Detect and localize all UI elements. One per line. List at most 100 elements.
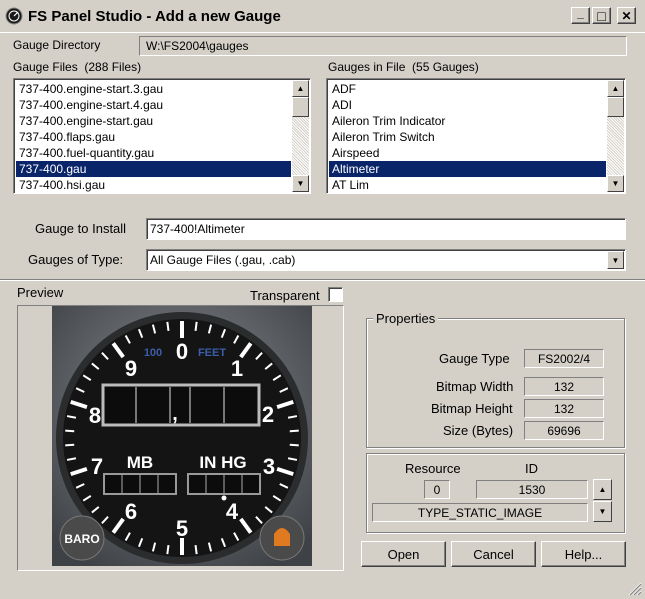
- size-value: 69696: [524, 421, 604, 440]
- counter-comma: ,: [172, 403, 178, 425]
- bitmap-height-value: 132: [524, 399, 604, 418]
- gauge-files-count: (288 Files): [84, 60, 142, 74]
- arrow-down-icon: ▼: [598, 507, 607, 516]
- arrow-down-icon: ▼: [611, 179, 620, 188]
- label-baro: BARO: [64, 532, 99, 546]
- dial-number: 5: [176, 516, 188, 541]
- dial-number: 1: [231, 356, 243, 381]
- id-value: 1530: [476, 480, 588, 499]
- gauges-in-file-count: (55 Gauges): [412, 60, 479, 74]
- list-item[interactable]: 737-400.hsi.gau: [16, 177, 291, 193]
- gauges-in-file-list[interactable]: ADF ADI Aileron Trim Indicator Aileron T…: [326, 78, 626, 194]
- title-bar[interactable]: FS Panel Studio - Add a new Gauge _ □ ✕: [0, 0, 645, 33]
- separator: [0, 279, 645, 281]
- tick-mark: [289, 429, 299, 433]
- gauge-directory-label: Gauge Directory: [13, 38, 101, 52]
- transparent-label: Transparent: [250, 288, 320, 303]
- bitmap-height-label: Bitmap Height: [431, 401, 513, 416]
- gauge-files-label: Gauge Files (288 Files): [13, 60, 141, 74]
- gauges-of-type-value: All Gauge Files (.gau, .cab): [150, 253, 296, 267]
- list-item[interactable]: Airspeed: [329, 145, 606, 161]
- gauges-in-file-label: Gauges in File (55 Gauges): [328, 60, 479, 74]
- gauges-in-file-scrollbar[interactable]: ▲ ▼: [607, 80, 624, 192]
- scroll-up-button[interactable]: ▲: [292, 80, 309, 97]
- dial-number: 9: [125, 356, 137, 381]
- list-item[interactable]: 737-400.engine-start.3.gau: [16, 81, 291, 97]
- list-item-selected[interactable]: 737-400.gau: [16, 161, 291, 177]
- window-title: FS Panel Studio - Add a new Gauge: [28, 8, 281, 25]
- scroll-up-button[interactable]: ▲: [607, 80, 624, 97]
- chevron-down-icon: ▼: [611, 255, 620, 265]
- list-item[interactable]: ADF: [329, 81, 606, 97]
- bitmap-width-value: 132: [524, 377, 604, 396]
- scroll-down-button[interactable]: ▼: [292, 175, 309, 192]
- gauges-of-type-select[interactable]: All Gauge Files (.gau, .cab) ▼: [146, 249, 626, 271]
- arrow-up-icon: ▲: [611, 84, 620, 93]
- dial-number: 3: [263, 454, 275, 479]
- list-item[interactable]: ADI: [329, 97, 606, 113]
- maximize-icon: □: [597, 7, 606, 24]
- arrow-up-icon: ▲: [296, 84, 305, 93]
- close-button[interactable]: ✕: [617, 7, 636, 24]
- gauge-to-install-input[interactable]: 737-400!Altimeter: [146, 218, 626, 240]
- tick-mark: [65, 443, 75, 447]
- arrow-down-icon: ▼: [296, 179, 305, 188]
- scroll-track[interactable]: [292, 117, 309, 175]
- resource-up-button[interactable]: ▲: [593, 479, 612, 500]
- scroll-track[interactable]: [607, 117, 624, 175]
- list-item[interactable]: 737-400.fuel-quantity.gau: [16, 145, 291, 161]
- gauge-type-value: FS2002/4: [524, 349, 604, 368]
- app-gauge-icon: [5, 7, 23, 25]
- properties-title: Properties: [373, 311, 439, 326]
- minimize-button[interactable]: _: [571, 5, 590, 24]
- gauge-type-label: Gauge Type: [439, 351, 510, 366]
- tick-mark: [194, 545, 198, 555]
- scroll-thumb[interactable]: [292, 97, 309, 117]
- list-item[interactable]: AT Lim: [329, 177, 606, 193]
- gauges-in-file-title: Gauges in File: [328, 60, 406, 74]
- resource-value: 0: [424, 480, 450, 499]
- label-mb: MB: [127, 453, 153, 472]
- list-item[interactable]: 737-400.engine-start.gau: [16, 113, 291, 129]
- resource-type-value: TYPE_STATIC_IMAGE: [372, 503, 588, 522]
- dial-number: 2: [262, 402, 274, 427]
- list-item[interactable]: Aileron Trim Switch: [329, 129, 606, 145]
- cancel-button[interactable]: Cancel: [451, 541, 536, 567]
- scroll-thumb[interactable]: [607, 97, 624, 117]
- list-item[interactable]: 737-400.flaps.gau: [16, 129, 291, 145]
- open-button[interactable]: Open: [361, 541, 446, 567]
- gauge-directory-field: W:\FS2004\gauges: [139, 36, 627, 56]
- list-item-selected[interactable]: Altimeter: [329, 161, 606, 177]
- gauge-files-scrollbar[interactable]: ▲ ▼: [292, 80, 309, 192]
- dial-number: 0: [176, 339, 188, 364]
- dial-number: 8: [89, 403, 101, 428]
- gauge-files-list[interactable]: 737-400.engine-start.3.gau 737-400.engin…: [13, 78, 311, 194]
- altimeter-gauge-image: 0 1 2 3 4 5 6 7 8 9 100 FEET , MB IN HG …: [52, 306, 312, 566]
- dropdown-button[interactable]: ▼: [607, 251, 624, 269]
- label-feet: FEET: [198, 347, 226, 359]
- scroll-down-button[interactable]: ▼: [607, 175, 624, 192]
- gauge-files-title: Gauge Files: [13, 60, 78, 74]
- minimize-icon: _: [577, 5, 584, 20]
- label-100: 100: [144, 347, 162, 359]
- maximize-button[interactable]: □: [592, 7, 611, 24]
- tick-mark: [194, 321, 198, 331]
- label-inhg: IN HG: [199, 453, 246, 472]
- gauges-of-type-label: Gauges of Type:: [28, 252, 124, 267]
- id-label: ID: [525, 461, 538, 476]
- close-icon: ✕: [621, 8, 632, 23]
- preview-label: Preview: [17, 285, 64, 300]
- dial-number: 4: [226, 499, 239, 524]
- list-item[interactable]: Aileron Trim Indicator: [329, 113, 606, 129]
- arrow-up-icon: ▲: [598, 485, 607, 494]
- transparent-checkbox[interactable]: [328, 287, 343, 302]
- dial-number: 7: [91, 454, 103, 479]
- resource-label: Resource: [405, 461, 461, 476]
- bitmap-width-label: Bitmap Width: [436, 379, 514, 394]
- resource-down-button[interactable]: ▼: [593, 501, 612, 522]
- help-button[interactable]: Help...: [541, 541, 626, 567]
- altitude-counter: [101, 383, 261, 427]
- list-item[interactable]: 737-400.engine-start.4.gau: [16, 97, 291, 113]
- dial-number: 6: [125, 499, 137, 524]
- resize-grip-icon[interactable]: [626, 580, 642, 596]
